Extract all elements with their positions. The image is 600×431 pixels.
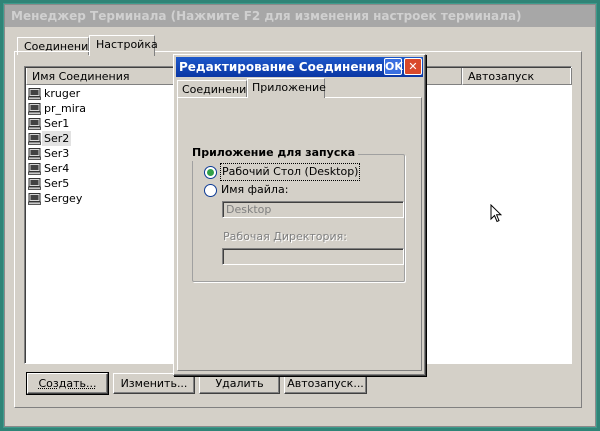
list-item-label: Ser3 — [44, 147, 70, 160]
workdir-label: Рабочая Директория: — [223, 230, 347, 243]
terminal-icon — [28, 117, 41, 130]
create-button-label: Создать... — [38, 377, 97, 390]
terminal-icon — [28, 192, 41, 205]
column-header-autostart[interactable]: Автозапуск — [462, 68, 572, 85]
delete-button[interactable]: Удалить — [199, 373, 280, 394]
dialog-titlebar[interactable]: Редактирование Соединения OK ✕ — [176, 57, 423, 77]
terminal-icon — [28, 147, 41, 160]
terminal-icon — [28, 132, 41, 145]
workdir-field[interactable] — [222, 248, 404, 265]
ok-button[interactable]: OK — [384, 58, 403, 75]
radio-checked-dot — [207, 168, 214, 176]
terminal-icon — [28, 102, 41, 115]
dialog-title: Редактирование Соединения — [179, 60, 383, 74]
list-item-label: Ser4 — [44, 162, 70, 175]
radio-filename-control[interactable] — [204, 183, 217, 197]
radio-desktop[interactable]: Рабочий Стол (Desktop) — [204, 163, 361, 181]
list-item-label: Ser1 — [44, 117, 70, 130]
list-item-label: Sergey — [44, 192, 83, 205]
list-item-label: Ser5 — [44, 177, 70, 190]
edit-connection-dialog: Редактирование Соединения OK ✕ Соединени… — [173, 54, 426, 376]
list-item-label: Ser2 — [42, 131, 72, 146]
filename-field[interactable]: Desktop — [222, 201, 404, 218]
radio-filename[interactable]: Имя файла: — [204, 182, 288, 198]
list-item-label: kruger — [44, 87, 81, 100]
autostart-button[interactable]: Автозапуск... — [284, 373, 367, 394]
group-title: Приложение для запуска — [189, 145, 359, 161]
terminal-icon — [28, 177, 41, 190]
tab-settings[interactable]: Настройка — [89, 35, 158, 56]
main-window-title: Менеджер Терминала (Нажмите F2 для измен… — [5, 5, 595, 27]
mouse-cursor-icon — [490, 204, 502, 223]
tab-application[interactable]: Приложение — [247, 78, 326, 98]
edit-button[interactable]: Изменить... — [113, 373, 195, 394]
terminal-icon — [28, 162, 41, 175]
radio-desktop-control[interactable] — [204, 165, 217, 179]
create-button[interactable]: Создать... — [26, 372, 109, 395]
tab-connection[interactable]: Соединение — [177, 80, 253, 98]
radio-desktop-label: Рабочий Стол (Desktop) — [219, 163, 361, 181]
terminal-icon — [28, 87, 41, 100]
list-item-label: pr_mira — [44, 102, 87, 115]
close-icon[interactable]: ✕ — [404, 58, 422, 75]
radio-filename-label: Имя файла: — [221, 183, 289, 196]
